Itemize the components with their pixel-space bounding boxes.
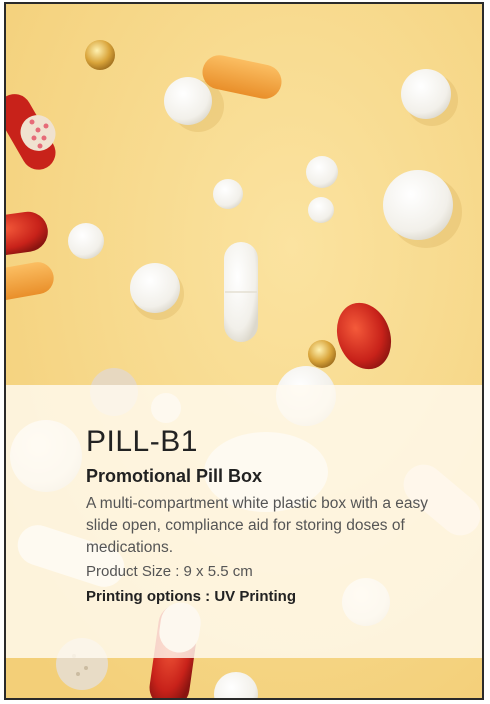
product-card: PILL-B1 Promotional Pill Box A multi-com… <box>4 2 484 700</box>
product-size: Product Size : 9 x 5.5 cm <box>86 563 253 580</box>
product-code: PILL-B1 <box>86 425 198 458</box>
product-name: Promotional Pill Box <box>86 466 263 486</box>
product-info-panel: PILL-B1 Promotional Pill Box A multi-com… <box>6 385 482 658</box>
product-description: A multi-compartment white plastic box wi… <box>86 495 428 556</box>
printing-options: Printing options : UV Printing <box>86 588 296 605</box>
